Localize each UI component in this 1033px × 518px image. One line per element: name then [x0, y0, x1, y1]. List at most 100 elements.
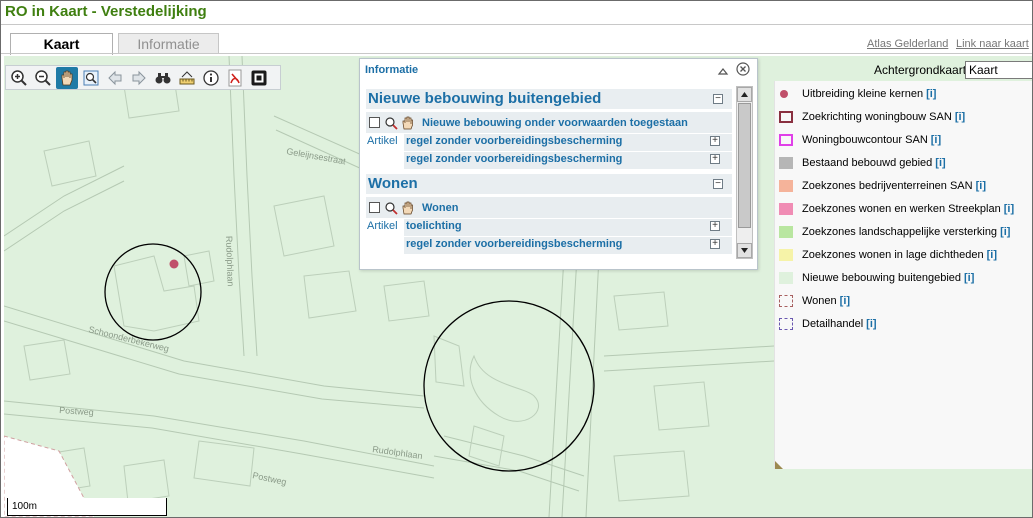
- legend-label: Zoekzones landschappelijke versterking: [802, 226, 998, 238]
- legend-item: Detailhandel [i]: [779, 315, 877, 333]
- legend-info-link[interactable]: [i]: [866, 318, 876, 330]
- feature-row: Nieuwe bebouwing onder voorwaarden toege…: [366, 112, 732, 133]
- map-legend: Uitbreiding kleine kernen [i] Zoekrichti…: [774, 81, 1032, 469]
- legend-info-link[interactable]: [i]: [935, 157, 945, 169]
- measure-icon[interactable]: [176, 67, 198, 89]
- legend-info-link[interactable]: [i]: [964, 272, 974, 284]
- scale-label: 100m: [12, 501, 38, 512]
- legend-fill-swatch: [779, 157, 793, 169]
- pan-to-feature-icon[interactable]: [400, 201, 414, 215]
- background-map-label: Achtergrondkaart: [874, 63, 967, 77]
- legend-item: Bestaand bebouwd gebied [i]: [779, 154, 946, 172]
- legend-fill-swatch: [779, 272, 793, 284]
- legend-item: Zoekzones wonen en werken Streekplan [i]: [779, 200, 1014, 218]
- legend-item: Zoekrichting woningbouw SAN [i]: [779, 108, 965, 126]
- scroll-thumb[interactable]: [738, 103, 751, 228]
- legend-item: Wonen [i]: [779, 292, 850, 310]
- artikel-label: Artikel: [367, 220, 398, 232]
- zoom-in-icon[interactable]: [8, 67, 30, 89]
- article-row[interactable]: regel zonder voorbereidingsbescherming +: [404, 134, 732, 151]
- section-title: Nieuwe bebouwing buitengebied: [368, 90, 602, 107]
- feature-checkbox[interactable]: [369, 202, 380, 213]
- tab-divider: [1, 53, 1032, 54]
- legend-info-link[interactable]: [i]: [840, 295, 850, 307]
- scroll-up-arrow-icon[interactable]: [737, 87, 752, 102]
- feature-label[interactable]: Nieuwe bebouwing onder voorwaarden toege…: [422, 117, 688, 129]
- legend-item: Nieuwe bebouwing buitengebied [i]: [779, 269, 974, 287]
- legend-label: Woningbouwcontour SAN: [802, 134, 928, 146]
- info-icon[interactable]: [200, 67, 222, 89]
- legend-info-link[interactable]: [i]: [955, 111, 965, 123]
- street-label-postweg-1: Postweg: [59, 405, 94, 417]
- zoom-to-feature-icon[interactable]: [384, 116, 398, 130]
- back-arrow-icon[interactable]: [104, 67, 126, 89]
- tab-informatie[interactable]: Informatie: [118, 33, 219, 54]
- expand-icon[interactable]: +: [710, 154, 720, 164]
- legend-fill-swatch: [779, 203, 793, 215]
- forward-arrow-icon[interactable]: [128, 67, 150, 89]
- collapse-toggle-icon[interactable]: −: [713, 94, 723, 104]
- legend-label: Uitbreiding kleine kernen: [802, 88, 924, 100]
- atlas-gelderland-link[interactable]: Atlas Gelderland: [867, 38, 948, 50]
- legend-info-link[interactable]: [i]: [1000, 226, 1010, 238]
- legend-item: Woningbouwcontour SAN [i]: [779, 131, 941, 149]
- legend-outline-swatch: [779, 134, 793, 146]
- article-link[interactable]: toelichting: [406, 220, 462, 232]
- article-link[interactable]: regel zonder voorbereidingsbescherming: [406, 238, 622, 250]
- street-label-postweg-2: Postweg: [252, 470, 288, 487]
- legend-fill-swatch: [779, 226, 793, 238]
- legend-item: Zoekzones bedrijventerreinen SAN [i]: [779, 177, 986, 195]
- legend-item: Zoekzones wonen in lage dichtheden [i]: [779, 246, 997, 264]
- legend-fill-swatch: [779, 180, 793, 192]
- legend-dashed-swatch: [779, 295, 793, 307]
- binoculars-icon[interactable]: [152, 67, 174, 89]
- section-header[interactable]: Nieuwe bebouwing buitengebied −: [366, 89, 732, 109]
- legend-label: Detailhandel: [802, 318, 864, 330]
- feature-checkbox[interactable]: [369, 117, 380, 128]
- feature-label[interactable]: Wonen: [422, 202, 458, 214]
- info-popup: Informatie Nieuwe bebouwing buitengebied…: [359, 58, 758, 270]
- background-map-select[interactable]: Kaart: [965, 61, 1032, 79]
- zoom-extent-icon[interactable]: [80, 67, 102, 89]
- zoom-out-icon[interactable]: [32, 67, 54, 89]
- legend-outline-swatch: [779, 111, 793, 123]
- legend-info-link[interactable]: [i]: [931, 134, 941, 146]
- pan-hand-icon[interactable]: [56, 66, 78, 89]
- article-link[interactable]: regel zonder voorbereidingsbescherming: [406, 135, 622, 147]
- popup-scrollbar[interactable]: [736, 86, 753, 259]
- article-row[interactable]: regel zonder voorbereidingsbescherming +: [404, 237, 732, 254]
- scroll-down-arrow-icon[interactable]: [737, 243, 752, 258]
- article-row[interactable]: regel zonder voorbereidingsbescherming +: [404, 152, 732, 169]
- legend-label: Zoekzones wonen en werken Streekplan: [802, 203, 1001, 215]
- tab-kaart[interactable]: Kaart: [10, 33, 113, 55]
- legend-info-link[interactable]: [i]: [976, 180, 986, 192]
- pdf-icon[interactable]: [224, 67, 246, 89]
- legend-info-link[interactable]: [i]: [987, 249, 997, 261]
- fullscreen-icon[interactable]: [248, 67, 270, 89]
- legend-resize-corner[interactable]: [775, 461, 783, 469]
- zoom-to-feature-icon[interactable]: [384, 201, 398, 215]
- expand-icon[interactable]: +: [710, 136, 720, 146]
- article-link[interactable]: regel zonder voorbereidingsbescherming: [406, 153, 622, 165]
- app-title: RO in Kaart - Verstedelijking: [5, 3, 207, 20]
- collapse-icon[interactable]: [717, 64, 729, 76]
- street-label-geleijnsestraat: Geleijnsestraat: [286, 146, 347, 166]
- collapse-toggle-icon[interactable]: −: [713, 179, 723, 189]
- pan-to-feature-icon[interactable]: [400, 116, 414, 130]
- legend-label: Zoekzones bedrijventerreinen SAN: [802, 180, 973, 192]
- legend-label: Nieuwe bebouwing buitengebied: [802, 272, 962, 284]
- close-icon[interactable]: [736, 62, 750, 76]
- street-label-rudolphlaan-1: Rudolphlaan: [224, 236, 236, 287]
- link-naar-kaart[interactable]: Link naar kaart: [956, 38, 1029, 50]
- legend-fill-swatch: [779, 249, 793, 261]
- artikel-label: Artikel: [367, 135, 398, 147]
- map-toolbar: [5, 65, 281, 90]
- legend-info-link[interactable]: [i]: [926, 88, 936, 100]
- expand-icon[interactable]: +: [710, 221, 720, 231]
- section-header[interactable]: Wonen −: [366, 174, 732, 194]
- legend-label: Zoekrichting woningbouw SAN: [802, 111, 952, 123]
- legend-item: Zoekzones landschappelijke versterking […: [779, 223, 1010, 241]
- legend-info-link[interactable]: [i]: [1004, 203, 1014, 215]
- article-row[interactable]: toelichting +: [404, 219, 732, 236]
- expand-icon[interactable]: +: [710, 239, 720, 249]
